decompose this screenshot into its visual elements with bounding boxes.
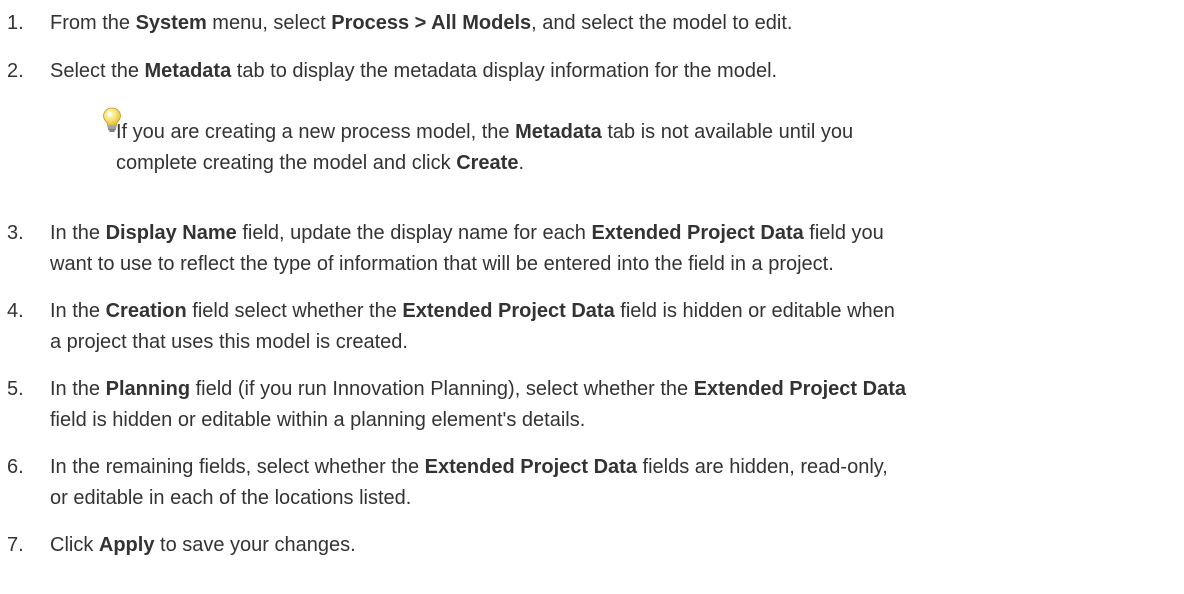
emphasis-term: Apply: [98, 534, 155, 556]
step-text: In the Creation field select whether the…: [50, 300, 895, 353]
emphasis-term: Extended Project Data: [591, 222, 804, 244]
step-text: In the remaining fields, select whether …: [50, 456, 888, 509]
emphasis-term: Metadata: [515, 121, 602, 143]
step-text: In the Display Name field, update the di…: [50, 222, 884, 275]
step-text: In the Planning field (if you run Innova…: [50, 378, 906, 431]
emphasis-term: Planning: [105, 378, 191, 400]
emphasis-term: Create: [456, 152, 519, 174]
emphasis-term: Display Name: [105, 222, 237, 244]
emphasis-term: System: [135, 12, 207, 34]
step-text: From the System menu, select Process > A…: [50, 12, 793, 34]
step-number: 5.: [7, 378, 24, 400]
step-number: 6.: [7, 456, 24, 478]
emphasis-term: Extended Project Data: [693, 378, 906, 400]
emphasis-term: Process > All Models: [331, 12, 532, 34]
step-number: 3.: [7, 222, 24, 244]
step-text: Select the Metadata tab to display the m…: [50, 60, 778, 82]
tip-text: If you are creating a new process model,…: [116, 121, 854, 174]
step-number: 4.: [7, 300, 24, 322]
step-number: 2.: [7, 60, 24, 82]
emphasis-term: Metadata: [144, 60, 232, 82]
step-number: 7.: [7, 534, 24, 556]
step-text: Click Apply to save your changes.: [50, 534, 356, 556]
emphasis-term: Extended Project Data: [402, 300, 615, 322]
step-number: 1.: [7, 12, 24, 34]
emphasis-term: Creation: [105, 300, 187, 322]
emphasis-term: Extended Project Data: [424, 456, 637, 478]
